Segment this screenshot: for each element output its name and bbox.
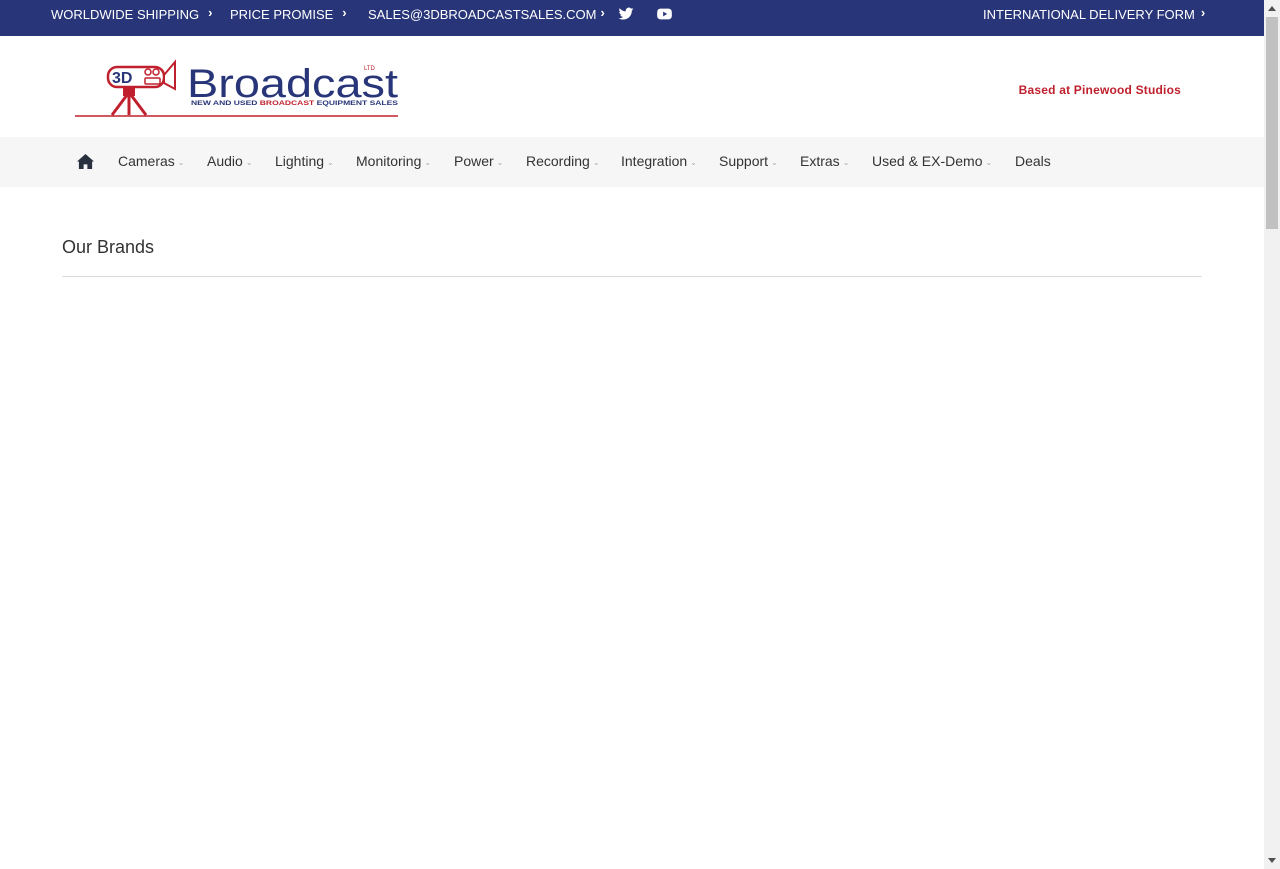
top-bar: WORLDWIDE SHIPPING › PRICE PROMISE › SAL… xyxy=(0,0,1264,36)
page-title: Our Brands xyxy=(62,237,155,257)
international-delivery-link[interactable]: INTERNATIONAL DELIVERY FORM › xyxy=(983,0,1205,28)
nav-item-power[interactable]: Power ⌄ xyxy=(454,153,503,169)
nav-item-label: Extras xyxy=(800,153,840,169)
nav-item-label: Support xyxy=(719,153,769,169)
nav-item-audio[interactable]: Audio ⌄ xyxy=(207,153,253,169)
chevron-right-icon: › xyxy=(600,4,605,20)
chevron-right-icon: › xyxy=(208,4,213,20)
chevron-down-icon: ⌄ xyxy=(842,157,850,167)
nav-item-label: Integration xyxy=(621,153,688,169)
nav-item-label: Used & EX-Demo xyxy=(872,153,983,169)
youtube-icon[interactable] xyxy=(656,6,673,22)
chevron-down-icon: ⌄ xyxy=(771,157,778,167)
nav-item-label: Recording xyxy=(526,153,590,169)
worldwide-shipping-label: WORLDWIDE SHIPPING xyxy=(51,6,200,22)
international-delivery-label: INTERNATIONAL DELIVERY FORM xyxy=(983,6,1195,22)
twitter-icon[interactable] xyxy=(618,6,634,22)
3d-broadcast-logo[interactable]: 3D Broadcast LTD NEW AND USED BROADCAST … xyxy=(74,59,400,119)
nav-item-label: Cameras xyxy=(118,153,175,169)
logo-subline-part: EQUIPMENT SALES xyxy=(314,100,398,107)
chevron-down-icon: ⌄ xyxy=(424,157,432,167)
nav-item-extras[interactable]: Extras ⌄ xyxy=(800,153,849,169)
nav-item-deals[interactable]: Deals xyxy=(1015,153,1051,169)
nav-item-label: Deals xyxy=(1015,153,1051,169)
chevron-down-icon: ⌄ xyxy=(245,157,253,167)
nav-item-monitoring[interactable]: Monitoring ⌄ xyxy=(356,153,431,169)
sales-email-label: SALES@3DBROADCASTSALES.COM xyxy=(368,6,597,22)
logo-subline-part: BROADCAST xyxy=(260,100,315,107)
title-divider xyxy=(62,276,1202,277)
scrollbar-thumb[interactable] xyxy=(1266,17,1278,229)
vertical-scrollbar[interactable] xyxy=(1264,0,1280,869)
nav-item-cameras[interactable]: Cameras ⌄ xyxy=(118,153,185,169)
nav-item-support[interactable]: Support ⌄ xyxy=(719,153,778,169)
price-promise-link[interactable]: PRICE PROMISE › xyxy=(230,0,347,28)
chevron-down-icon: ⌄ xyxy=(985,157,993,167)
main-nav: Cameras ⌄ Audio ⌄ Lighting ⌄ Monitoring ⌄ Po… xyxy=(0,137,1264,187)
chevron-right-icon: › xyxy=(342,4,347,20)
chevron-right-icon: › xyxy=(1200,4,1206,20)
chevron-down-icon: ⌄ xyxy=(496,157,504,167)
nav-item-label: Monitoring xyxy=(356,153,422,169)
chevron-down-icon: ⌄ xyxy=(690,157,697,167)
chevron-down-icon: ⌄ xyxy=(592,157,600,167)
nav-item-label: Power xyxy=(454,153,494,169)
logo-ltd-text: LTD xyxy=(364,66,376,72)
nav-item-label: Lighting xyxy=(275,153,325,169)
nav-item-integration[interactable]: Integration ⌄ xyxy=(621,153,697,169)
chevron-down-icon: ⌄ xyxy=(327,157,334,167)
arrow-down-icon xyxy=(1268,858,1276,863)
sales-email-link[interactable]: SALES@3DBROADCASTSALES.COM › xyxy=(368,0,605,28)
page: WORLDWIDE SHIPPING › PRICE PROMISE › SAL… xyxy=(0,0,1264,869)
worldwide-shipping-link[interactable]: WORLDWIDE SHIPPING › xyxy=(51,0,212,28)
header-tagline: Based at Pinewood Studios xyxy=(1018,83,1181,97)
scroll-up-arrow[interactable] xyxy=(1264,0,1280,17)
arrow-up-icon xyxy=(1268,6,1276,11)
nav-item-recording[interactable]: Recording ⌄ xyxy=(526,153,600,169)
scroll-down-arrow[interactable] xyxy=(1264,852,1280,869)
logo-subline: NEW AND USED BROADCAST EQUIPMENT SALES xyxy=(191,100,398,107)
nav-item-lighting[interactable]: Lighting ⌄ xyxy=(275,153,334,169)
nav-item-used-ex-demo[interactable]: Used & EX-Demo ⌄ xyxy=(872,153,992,169)
logo-mark-text: 3D xyxy=(112,70,132,87)
chevron-down-icon: ⌄ xyxy=(177,157,185,167)
logo-subline-part: NEW AND USED xyxy=(191,100,260,107)
home-icon[interactable] xyxy=(76,153,95,170)
price-promise-label: PRICE PROMISE xyxy=(230,6,334,22)
nav-item-label: Audio xyxy=(207,153,243,169)
site-header: 3D Broadcast LTD NEW AND USED BROADCAST … xyxy=(0,36,1264,137)
